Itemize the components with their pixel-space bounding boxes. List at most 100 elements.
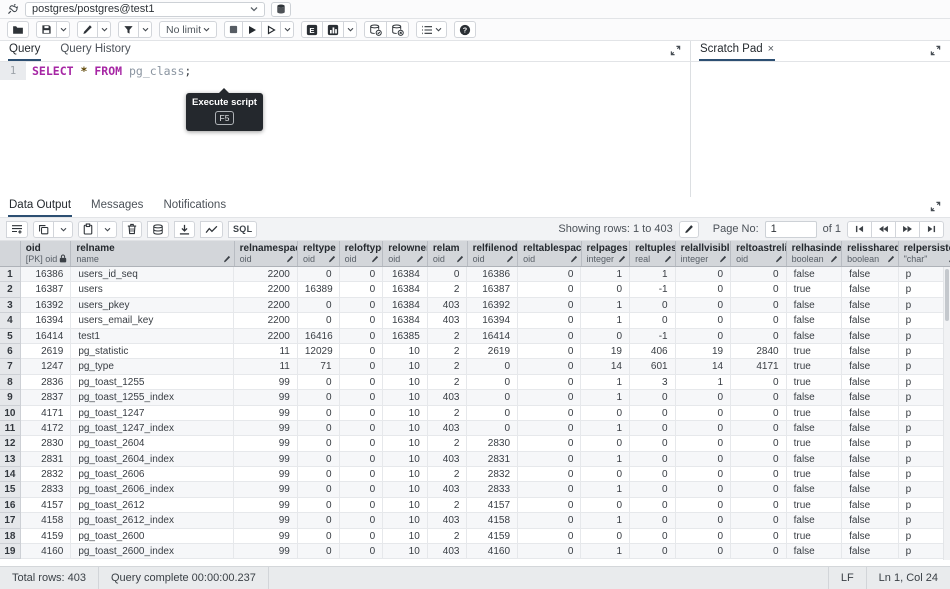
- row-number[interactable]: 10: [0, 406, 21, 421]
- grid-cell-relam[interactable]: 403: [428, 421, 468, 436]
- rollback-button[interactable]: [386, 21, 409, 38]
- column-header-relnamespace[interactable]: relnamespaceoid: [235, 241, 298, 266]
- copy-options-button[interactable]: [53, 221, 73, 238]
- grid-cell-relname[interactable]: pg_toast_2606_index: [71, 482, 234, 497]
- grid-cell-reltablespace[interactable]: 0: [518, 390, 581, 405]
- grid-cell-relnamespace[interactable]: 99: [234, 421, 297, 436]
- row-number[interactable]: 2: [0, 282, 21, 297]
- grid-cell-relowner[interactable]: 16384: [383, 313, 428, 328]
- grid-cell-relnamespace[interactable]: 2200: [234, 313, 297, 328]
- grid-cell-reltablespace[interactable]: 0: [518, 436, 581, 451]
- row-number[interactable]: 12: [0, 436, 21, 451]
- tab-query[interactable]: Query: [8, 40, 41, 61]
- grid-cell-relname[interactable]: pg_toast_2604_index: [71, 452, 234, 467]
- grid-cell-reltoastrelid[interactable]: 0: [731, 498, 787, 513]
- grid-cell-oid[interactable]: 4171: [21, 406, 72, 421]
- grid-cell-oid[interactable]: 2832: [21, 467, 72, 482]
- column-header-reltoastrelid[interactable]: reltoastrelidoid: [731, 241, 786, 266]
- tab-data-output[interactable]: Data Output: [8, 196, 72, 217]
- cancel-query-button[interactable]: [224, 21, 243, 38]
- grid-cell-relfilenode[interactable]: 2832: [467, 467, 518, 482]
- grid-cell-relfilenode[interactable]: 16414: [467, 329, 518, 344]
- grid-cell-relallvisible[interactable]: 0: [676, 482, 732, 497]
- column-header-reltype[interactable]: reltypeoid: [298, 241, 340, 266]
- help-button[interactable]: ?: [454, 21, 476, 38]
- grid-cell-reltoastrelid[interactable]: 0: [731, 436, 787, 451]
- grid-cell-oid[interactable]: 4160: [21, 544, 72, 559]
- grid-cell-relallvisible[interactable]: 0: [676, 390, 732, 405]
- add-connection-button[interactable]: [271, 2, 291, 17]
- grid-cell-relfilenode[interactable]: 16387: [467, 282, 518, 297]
- grid-cell-relpages[interactable]: 1: [581, 544, 630, 559]
- grid-cell-oid[interactable]: 2833: [21, 482, 72, 497]
- grid-cell-relfilenode[interactable]: 4157: [467, 498, 518, 513]
- grid-cell-relam[interactable]: 403: [428, 544, 468, 559]
- grid-cell-reloftype[interactable]: 0: [340, 359, 384, 374]
- grid-cell-reltoastrelid[interactable]: 0: [731, 329, 787, 344]
- row-number[interactable]: 11: [0, 421, 21, 436]
- grid-cell-oid[interactable]: 16386: [21, 267, 72, 282]
- grid-cell-reltuples[interactable]: 0: [630, 421, 676, 436]
- grid-cell-reltype[interactable]: 0: [298, 529, 340, 544]
- grid-cell-relnamespace[interactable]: 99: [234, 529, 297, 544]
- explain-analyze-button[interactable]: [322, 21, 344, 38]
- grid-cell-relam[interactable]: 2: [428, 529, 468, 544]
- grid-cell-relam[interactable]: 2: [428, 282, 468, 297]
- row-number[interactable]: 18: [0, 529, 21, 544]
- grid-cell-relhasindex[interactable]: true: [787, 375, 843, 390]
- grid-cell-relname[interactable]: pg_toast_2612: [71, 498, 234, 513]
- grid-cell-relowner[interactable]: 16385: [383, 329, 428, 344]
- grid-cell-reltype[interactable]: 0: [298, 544, 340, 559]
- grid-cell-reltoastrelid[interactable]: 0: [731, 452, 787, 467]
- grid-cell-relisshared[interactable]: false: [842, 421, 898, 436]
- grid-cell-oid[interactable]: 1247: [21, 359, 72, 374]
- grid-cell-relnamespace[interactable]: 99: [234, 467, 297, 482]
- page-number-input[interactable]: [765, 221, 817, 238]
- grid-cell-reloftype[interactable]: 0: [340, 529, 384, 544]
- grid-cell-reltoastrelid[interactable]: 0: [731, 390, 787, 405]
- grid-cell-relallvisible[interactable]: 0: [676, 267, 732, 282]
- column-header-relpages[interactable]: relpagesinteger: [582, 241, 631, 266]
- explain-button[interactable]: E: [301, 21, 323, 38]
- grid-cell-reltype[interactable]: 0: [298, 390, 340, 405]
- grid-cell-relnamespace[interactable]: 99: [234, 544, 297, 559]
- grid-cell-relpages[interactable]: 1: [581, 482, 630, 497]
- grid-cell-relisshared[interactable]: false: [842, 436, 898, 451]
- row-number[interactable]: 19: [0, 544, 21, 559]
- grid-cell-relallvisible[interactable]: 0: [676, 406, 732, 421]
- grid-cell-relhasindex[interactable]: false: [787, 298, 843, 313]
- grid-cell-reltype[interactable]: 0: [298, 313, 340, 328]
- grid-cell-relhasindex[interactable]: false: [787, 267, 843, 282]
- grid-cell-relallvisible[interactable]: 0: [676, 282, 732, 297]
- grid-cell-relnamespace[interactable]: 2200: [234, 329, 297, 344]
- row-number[interactable]: 14: [0, 467, 21, 482]
- grid-cell-reltoastrelid[interactable]: 0: [731, 267, 787, 282]
- grid-cell-reltablespace[interactable]: 0: [518, 267, 581, 282]
- grid-cell-reltype[interactable]: 0: [298, 298, 340, 313]
- grid-cell-relname[interactable]: pg_type: [71, 359, 234, 374]
- row-number[interactable]: 6: [0, 344, 21, 359]
- vertical-scrollbar-thumb[interactable]: [945, 269, 949, 321]
- grid-cell-relisshared[interactable]: false: [842, 482, 898, 497]
- grid-cell-reloftype[interactable]: 0: [340, 375, 384, 390]
- vertical-scrollbar[interactable]: [943, 267, 950, 560]
- grid-cell-reltuples[interactable]: 0: [630, 436, 676, 451]
- grid-cell-relallvisible[interactable]: 0: [676, 421, 732, 436]
- grid-cell-relallvisible[interactable]: 1: [676, 375, 732, 390]
- grid-cell-reltuples[interactable]: 0: [630, 498, 676, 513]
- grid-cell-reltuples[interactable]: 601: [630, 359, 676, 374]
- column-header-relpersistence[interactable]: relpersistence"char": [899, 241, 950, 266]
- grid-cell-reltuples[interactable]: 0: [630, 467, 676, 482]
- grid-cell-reloftype[interactable]: 0: [340, 452, 384, 467]
- grid-cell-relnamespace[interactable]: 2200: [234, 282, 297, 297]
- grid-cell-relowner[interactable]: 10: [383, 482, 428, 497]
- macros-button[interactable]: [416, 21, 447, 38]
- grid-cell-relam[interactable]: 2: [428, 467, 468, 482]
- grid-cell-relpages[interactable]: 1: [581, 375, 630, 390]
- open-file-button[interactable]: [7, 21, 29, 38]
- row-number[interactable]: 16: [0, 498, 21, 513]
- delete-row-button[interactable]: [122, 221, 142, 238]
- grid-cell-relisshared[interactable]: false: [842, 529, 898, 544]
- grid-cell-reltype[interactable]: 71: [298, 359, 340, 374]
- grid-cell-reltype[interactable]: 16416: [298, 329, 340, 344]
